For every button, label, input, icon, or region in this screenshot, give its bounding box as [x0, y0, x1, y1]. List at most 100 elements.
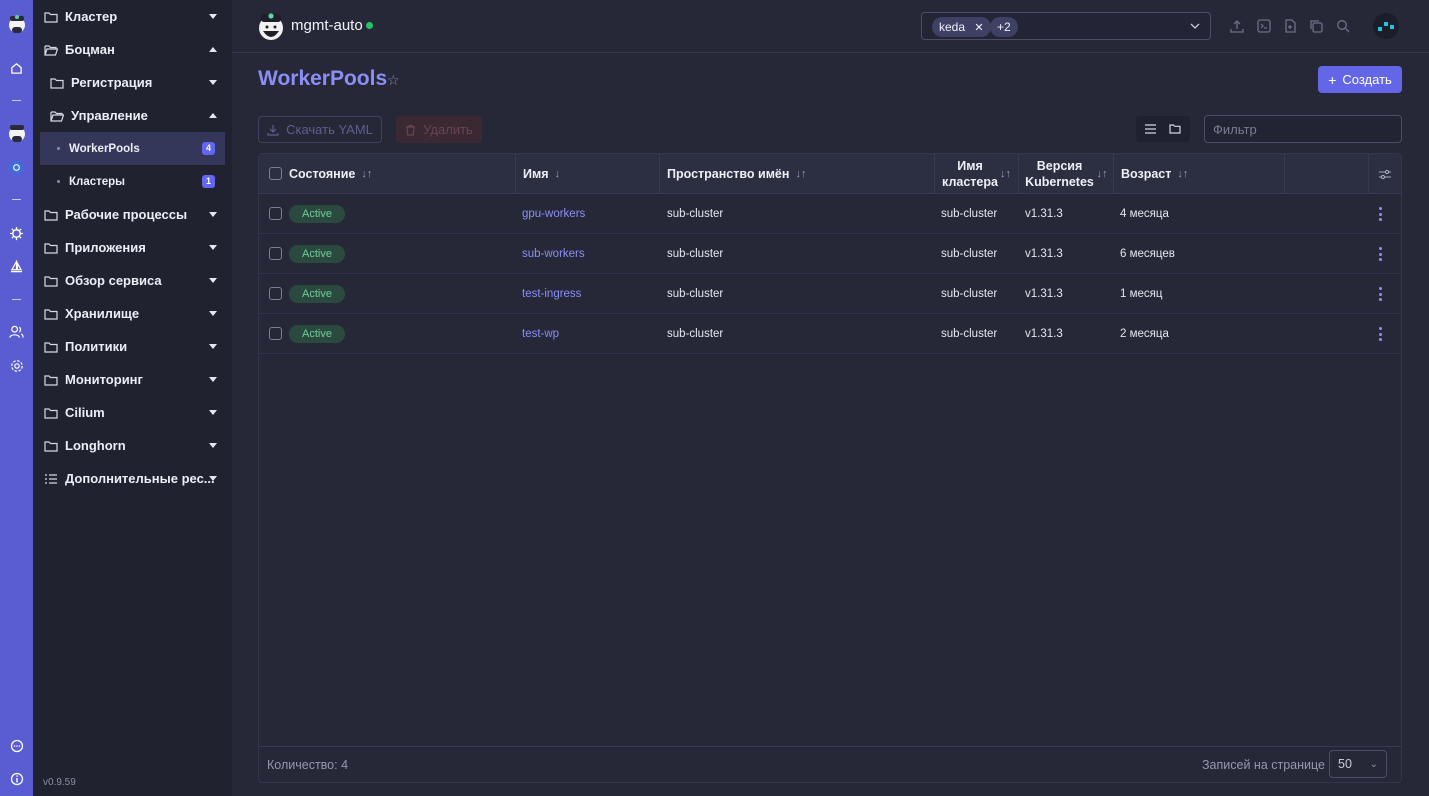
- file-import-icon[interactable]: [1283, 19, 1297, 33]
- info-icon[interactable]: [0, 767, 33, 791]
- home-icon[interactable]: [0, 56, 33, 80]
- sidebar-group-label: Рабочие процессы: [65, 207, 188, 222]
- status-online-dot: [366, 22, 373, 29]
- sidebar-group-workflows[interactable]: Рабочие процессы: [33, 198, 232, 231]
- create-button[interactable]: + Создать: [1318, 66, 1402, 93]
- sidebar-group-label: Управление: [71, 108, 148, 123]
- sidebar-item-workerpools[interactable]: WorkerPools 4: [40, 132, 225, 165]
- sidebar-group-applications[interactable]: Приложения: [33, 231, 232, 264]
- column-label: Состояние: [289, 167, 356, 181]
- chevron-down-icon: [209, 311, 217, 316]
- kubernetes-icon[interactable]: [0, 155, 33, 179]
- select-all-checkbox[interactable]: [269, 167, 282, 180]
- sidebar-group-cilium[interactable]: Cilium: [33, 396, 232, 429]
- copy-icon[interactable]: [1309, 19, 1323, 33]
- sort-icon[interactable]: ↓↑: [1097, 166, 1108, 182]
- sort-icon[interactable]: ↓↑: [795, 168, 806, 180]
- sort-desc-icon[interactable]: ↓: [555, 168, 561, 180]
- sidebar-group-registration[interactable]: Регистрация: [33, 66, 232, 99]
- download-yaml-button[interactable]: Скачать YAML: [258, 116, 382, 143]
- sidebar-group-management[interactable]: Управление: [33, 99, 232, 132]
- per-page-label: Записей на странице: [1202, 758, 1325, 772]
- column-header-k8s-version[interactable]: Версия Kubernetes ↓↑: [1019, 154, 1114, 194]
- row-checkbox[interactable]: [269, 327, 282, 340]
- column-header-age[interactable]: Возраст ↓↑: [1114, 154, 1285, 194]
- sidebar-group-service-overview[interactable]: Обзор сервиса: [33, 264, 232, 297]
- version-cell: v1.31.3: [1025, 208, 1063, 220]
- sidebar-group-storage[interactable]: Хранилище: [33, 297, 232, 330]
- sidebar-item-label: Кластеры: [69, 175, 125, 188]
- filter-input[interactable]: [1204, 115, 1402, 143]
- list-view-icon[interactable]: [1139, 119, 1161, 139]
- namespace-cell: sub-cluster: [667, 208, 724, 220]
- namespace-more-chip[interactable]: +2: [990, 17, 1018, 37]
- folder-icon: [44, 440, 58, 452]
- row-actions-icon[interactable]: [1379, 247, 1382, 261]
- column-label: Имя кластера: [942, 159, 998, 189]
- star-icon[interactable]: ☆: [387, 72, 400, 89]
- sidebar-item-label: WorkerPools: [69, 142, 140, 155]
- delete-button[interactable]: Удалить: [396, 116, 482, 143]
- download-icon: [267, 124, 279, 136]
- upload-icon[interactable]: [1230, 19, 1244, 33]
- row-checkbox[interactable]: [269, 207, 282, 220]
- row-actions-icon[interactable]: [1379, 327, 1382, 341]
- folder-view-icon[interactable]: [1164, 119, 1186, 139]
- search-icon[interactable]: [1336, 19, 1350, 33]
- sidebar-group-label: Cilium: [65, 405, 105, 420]
- workerpool-name-link[interactable]: test-ingress: [522, 274, 581, 314]
- sidebar-item-clusters[interactable]: Кластеры 1: [40, 165, 225, 198]
- folder-icon: [44, 11, 58, 23]
- column-header-name[interactable]: Имя ↓: [516, 154, 660, 194]
- sidebar-group-label: Обзор сервиса: [65, 273, 162, 288]
- status-badge: Active: [289, 325, 345, 343]
- sidebar-group-additional-resources[interactable]: Дополнительные рес...: [33, 462, 232, 495]
- app-rail: [0, 0, 33, 796]
- sidebar-group-label: Боцман: [65, 42, 115, 57]
- workerpool-name-link[interactable]: sub-workers: [522, 234, 585, 274]
- folder-icon: [44, 275, 58, 287]
- sidebar-group-label: Приложения: [65, 240, 146, 255]
- namespace-select[interactable]: keda ✕ +2: [921, 12, 1211, 40]
- sort-icon[interactable]: ↓↑: [1177, 168, 1188, 180]
- workerpool-name-link[interactable]: test-wp: [522, 314, 559, 354]
- bosun-avatar-icon[interactable]: [0, 121, 33, 145]
- namespace-chip[interactable]: keda ✕: [932, 17, 991, 37]
- user-avatar[interactable]: [1373, 13, 1399, 39]
- users-icon[interactable]: [0, 320, 33, 344]
- cluster-name[interactable]: mgmt-auto: [291, 17, 363, 34]
- namespace-chip-label: keda: [939, 20, 966, 34]
- column-header-namespace[interactable]: Пространство имён ↓↑: [660, 154, 935, 194]
- workerpool-name-link[interactable]: gpu-workers: [522, 194, 585, 234]
- logo-icon[interactable]: [0, 12, 33, 36]
- page-title: WorkerPools: [258, 67, 388, 90]
- sailboat-icon[interactable]: [0, 255, 33, 279]
- sort-icon[interactable]: ↓↑: [1000, 166, 1011, 182]
- per-page-select[interactable]: 50 ⌄: [1329, 750, 1387, 778]
- column-header-status[interactable]: Состояние ↓↑: [259, 154, 516, 194]
- sidebar-group-policies[interactable]: Политики: [33, 330, 232, 363]
- sidebar-group-longhorn[interactable]: Longhorn: [33, 429, 232, 462]
- row-actions-icon[interactable]: [1379, 287, 1382, 301]
- close-icon[interactable]: ✕: [974, 22, 983, 34]
- sort-icon[interactable]: ↓↑: [361, 168, 372, 180]
- table-row: Active test-ingress sub-cluster sub-clus…: [259, 274, 1401, 314]
- sidebar-group-monitoring[interactable]: Мониторинг: [33, 363, 232, 396]
- settings-gear-icon[interactable]: [0, 354, 33, 378]
- folder-open-icon: [50, 110, 64, 122]
- column-settings-icon[interactable]: [1369, 154, 1401, 194]
- folder-icon: [44, 209, 58, 221]
- folder-icon: [44, 308, 58, 320]
- chat-icon[interactable]: [0, 734, 33, 758]
- helm-icon[interactable]: [0, 221, 33, 245]
- terminal-icon[interactable]: [1257, 19, 1271, 33]
- sidebar-group-botsman[interactable]: Боцман: [33, 33, 232, 66]
- row-checkbox[interactable]: [269, 287, 282, 300]
- sidebar-group-cluster[interactable]: Кластер: [33, 0, 232, 33]
- count-badge: 4: [202, 142, 215, 155]
- row-actions-icon[interactable]: [1379, 207, 1382, 221]
- cluster-avatar-icon[interactable]: [257, 9, 285, 43]
- column-label: Версия Kubernetes: [1025, 159, 1094, 189]
- row-checkbox[interactable]: [269, 247, 282, 260]
- column-header-cluster-name[interactable]: Имя кластера ↓↑: [935, 154, 1019, 194]
